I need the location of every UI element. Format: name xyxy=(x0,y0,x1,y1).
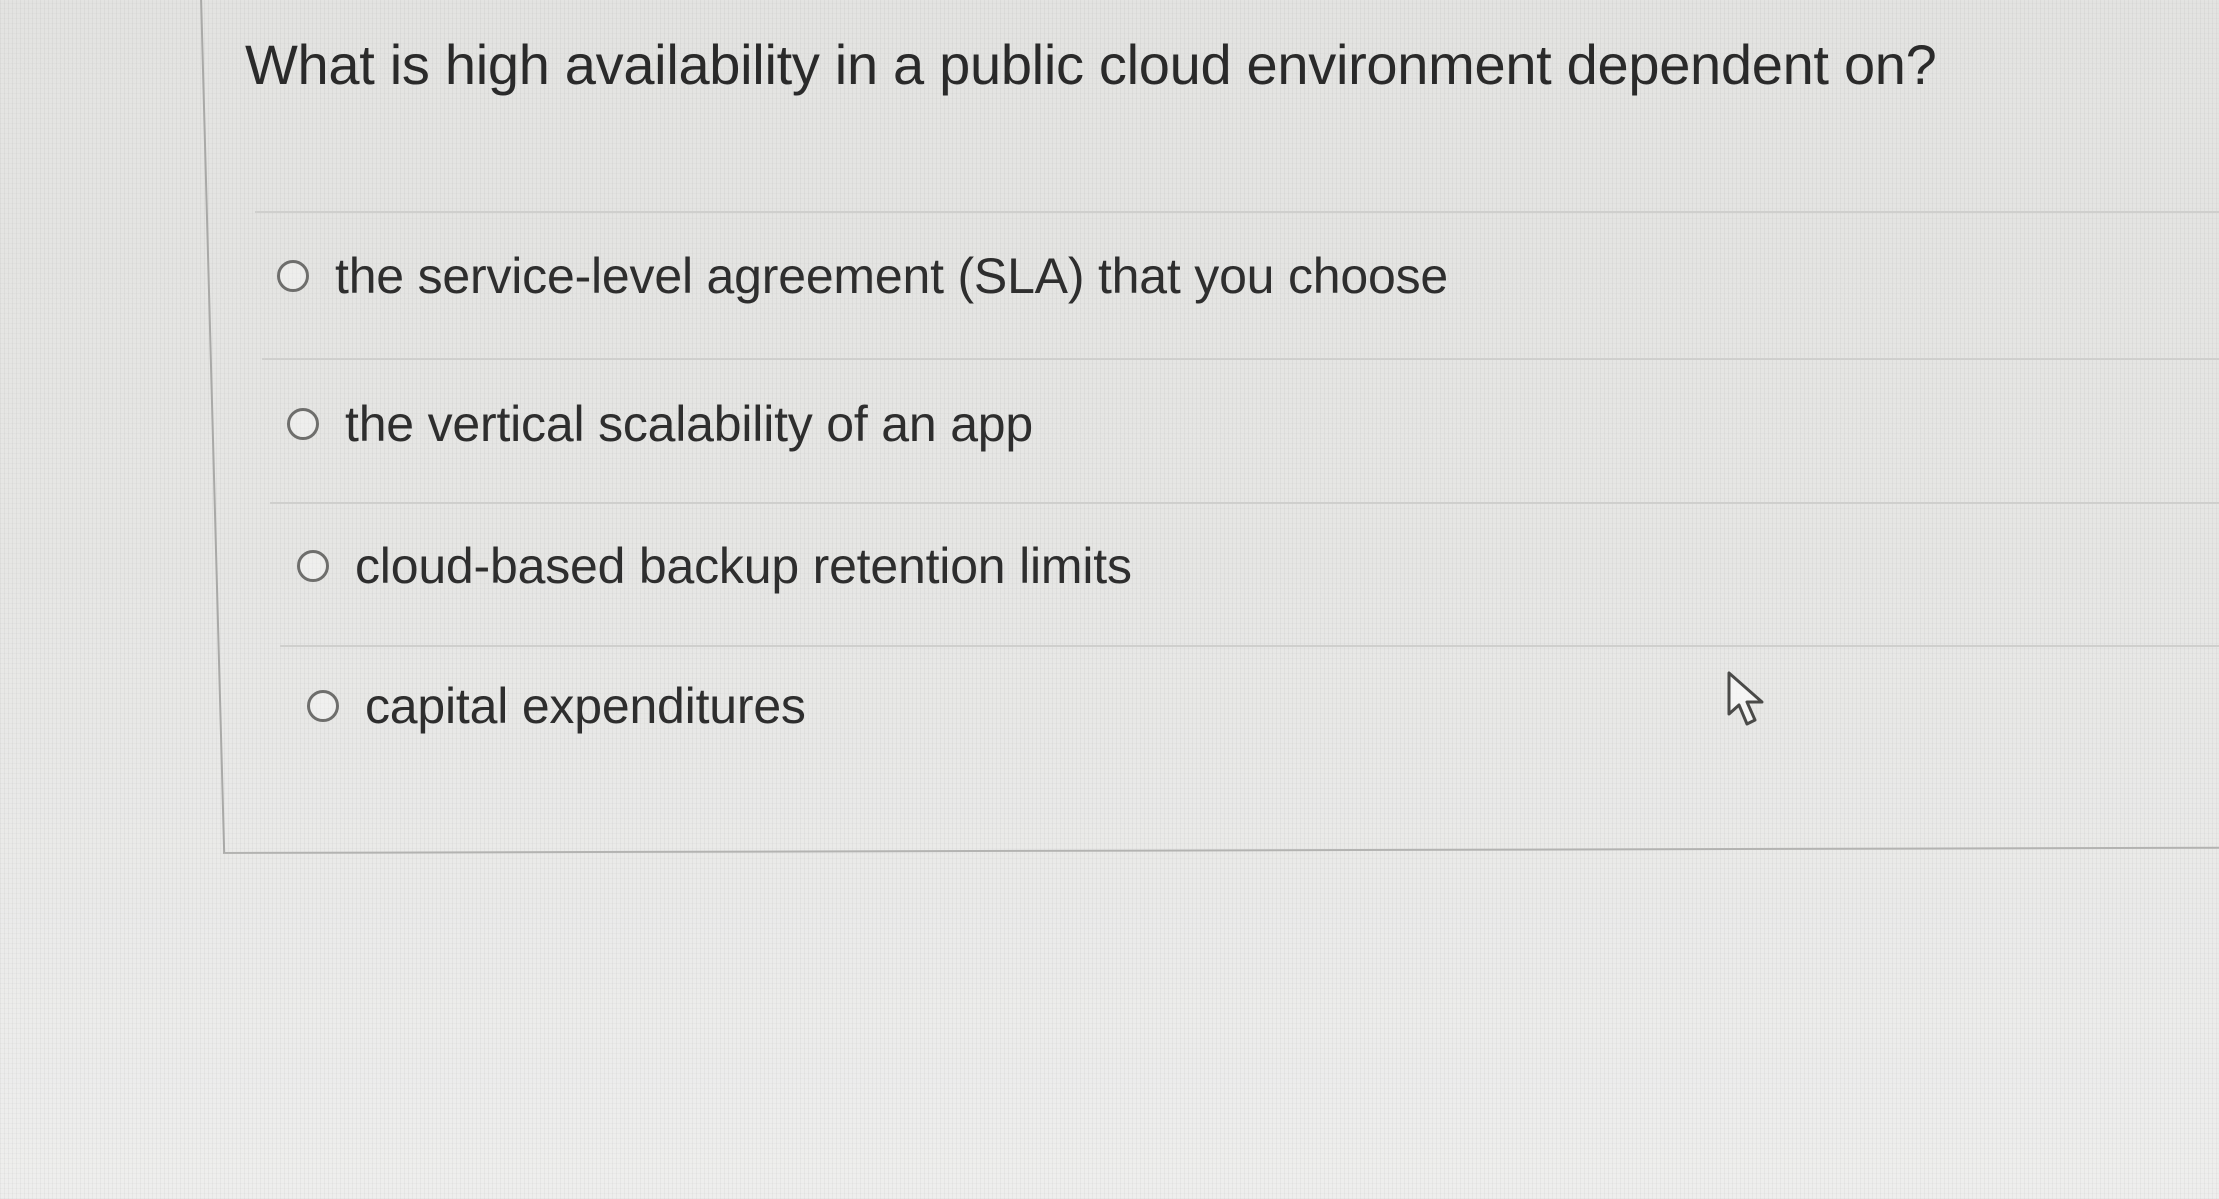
option-vertical-scalability[interactable]: the vertical scalability of an app xyxy=(287,395,1033,453)
mouse-pointer-icon xyxy=(1727,671,1764,726)
radio-button-icon[interactable] xyxy=(307,690,339,722)
divider xyxy=(262,358,2219,360)
radio-button-icon[interactable] xyxy=(287,408,319,440)
question-text: What is high availability in a public cl… xyxy=(245,33,1937,96)
radio-button-icon[interactable] xyxy=(297,550,329,582)
option-label: cloud-based backup retention limits xyxy=(355,538,1132,594)
divider xyxy=(255,211,2219,213)
divider xyxy=(270,502,2219,504)
option-capital-expenditures[interactable]: capital expenditures xyxy=(307,677,806,735)
radio-button-icon[interactable] xyxy=(277,260,309,292)
option-backup-retention[interactable]: cloud-based backup retention limits xyxy=(297,537,1132,595)
option-sla[interactable]: the service-level agreement (SLA) that y… xyxy=(277,247,1448,305)
option-label: the vertical scalability of an app xyxy=(345,396,1034,452)
option-label: capital expenditures xyxy=(365,678,806,734)
divider xyxy=(280,645,2219,647)
option-label: the service-level agreement (SLA) that y… xyxy=(335,248,1449,304)
